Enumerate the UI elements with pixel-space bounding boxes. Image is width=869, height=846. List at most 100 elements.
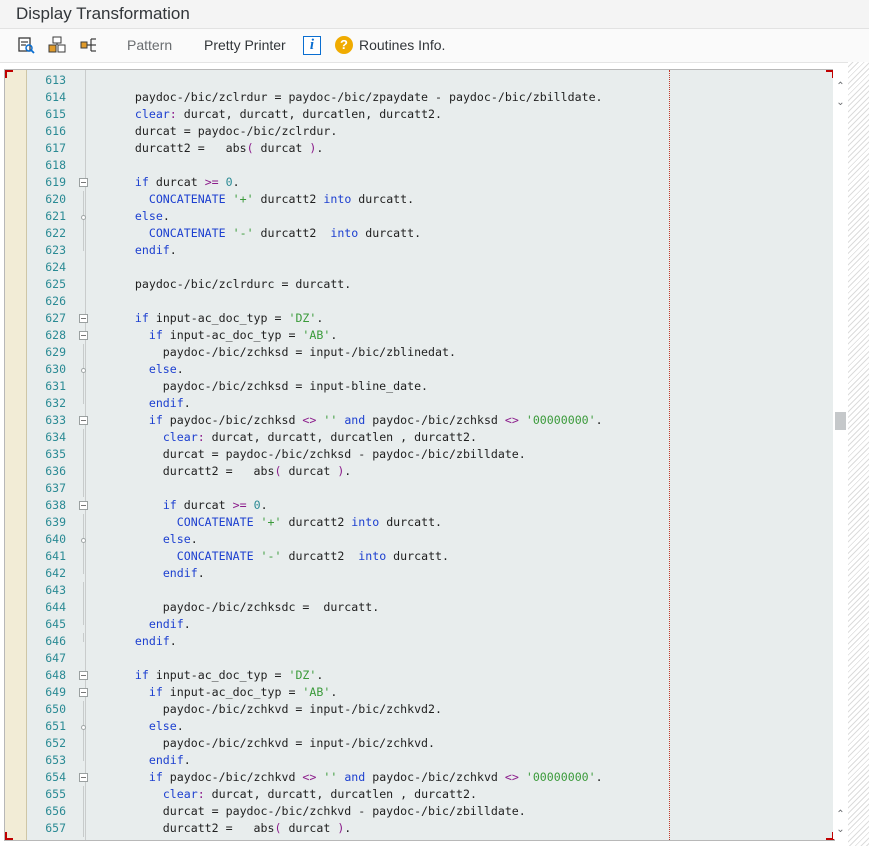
code-text: if paydoc-/bic/zchkvd <> '' and paydoc-/…: [148, 770, 603, 784]
fold-guide: [83, 820, 84, 837]
object-hierarchy-icon[interactable]: [48, 36, 66, 54]
code-line[interactable]: 632 endif.: [5, 395, 834, 412]
line-number: 631: [45, 379, 66, 393]
fold-guide: [83, 701, 84, 718]
code-line[interactable]: 616 durcat = paydoc-/bic/zclrdur.: [5, 123, 834, 140]
code-text: endif.: [134, 243, 177, 257]
code-text: durcat = paydoc-/bic/zchkvd - paydoc-/bi…: [93, 804, 526, 818]
tree-navigation-icon[interactable]: [80, 36, 98, 54]
line-number: 653: [45, 753, 66, 767]
fold-toggle-icon[interactable]: [79, 314, 88, 323]
fold-guide: [83, 582, 84, 599]
fold-toggle-icon[interactable]: [79, 178, 88, 187]
fold-guide: [83, 463, 84, 480]
code-line[interactable]: 633 if paydoc-/bic/zchksd <> '' and payd…: [5, 412, 834, 429]
line-number: 643: [45, 583, 66, 597]
code-line[interactable]: 643: [5, 582, 834, 599]
vertical-scrollbar[interactable]: ⌃ ⌄ ⌃ ⌄: [833, 69, 848, 839]
code-line[interactable]: 637: [5, 480, 834, 497]
code-line[interactable]: 623 endif.: [5, 242, 834, 259]
code-line[interactable]: 650 paydoc-/bic/zchkvd = input-/bic/zchk…: [5, 701, 834, 718]
scroll-up-bottom-icon[interactable]: ⌃: [834, 809, 847, 820]
line-number: 617: [45, 141, 66, 155]
info-icon[interactable]: i: [303, 36, 321, 55]
code-line[interactable]: 626: [5, 293, 834, 310]
code-text: if durcat >= 0.: [162, 498, 268, 512]
code-line[interactable]: 647: [5, 650, 834, 667]
code-line[interactable]: 652 paydoc-/bic/zchkvd = input-/bic/zchk…: [5, 735, 834, 752]
fold-guide: [83, 599, 84, 616]
fold-guide: [83, 429, 84, 446]
help-icon[interactable]: ?: [335, 36, 353, 54]
code-line[interactable]: 654 if paydoc-/bic/zchkvd <> '' and payd…: [5, 769, 834, 786]
code-line[interactable]: 618: [5, 157, 834, 174]
code-line[interactable]: 645 endif.: [5, 616, 834, 633]
code-line[interactable]: 620 CONCATENATE '+' durcatt2 into durcat…: [5, 191, 834, 208]
code-line[interactable]: 627 if input-ac_doc_typ = 'DZ'.: [5, 310, 834, 327]
code-line[interactable]: 655 clear: durcat, durcatt, durcatlen , …: [5, 786, 834, 803]
scroll-down-bottom-icon[interactable]: ⌄: [834, 824, 847, 835]
code-line[interactable]: 651 else.: [5, 718, 834, 735]
code-line[interactable]: 646 endif.: [5, 633, 834, 650]
code-line[interactable]: 656 durcat = paydoc-/bic/zchkvd - paydoc…: [5, 803, 834, 820]
code-text: CONCATENATE '-' durcatt2 into durcatt.: [176, 549, 450, 563]
line-number: 637: [45, 481, 66, 495]
code-line[interactable]: 614 paydoc-/bic/zclrdur = paydoc-/bic/zp…: [5, 89, 834, 106]
code-line[interactable]: 615 clear: durcat, durcatt, durcatlen, d…: [5, 106, 834, 123]
scroll-down-top-icon[interactable]: ⌄: [834, 97, 847, 108]
code-line[interactable]: 628 if input-ac_doc_typ = 'AB'.: [5, 327, 834, 344]
code-line[interactable]: 624: [5, 259, 834, 276]
code-line[interactable]: 617 durcatt2 = abs( durcat ).: [5, 140, 834, 157]
fold-guide: [83, 395, 84, 404]
code-text: endif.: [162, 566, 205, 580]
fold-toggle-icon[interactable]: [79, 688, 88, 697]
code-line[interactable]: 613: [5, 72, 834, 89]
fold-guide: [83, 514, 84, 531]
code-line[interactable]: 622 CONCATENATE '-' durcatt2 into durcat…: [5, 225, 834, 242]
code-editor[interactable]: 613 614 paydoc-/bic/zclrdur = paydoc-/bic…: [4, 69, 835, 841]
code-line[interactable]: 625 paydoc-/bic/zclrdurc = durcatt.: [5, 276, 834, 293]
code-line[interactable]: 634 clear: durcat, durcatt, durcatlen , …: [5, 429, 834, 446]
fold-guide: [83, 565, 84, 574]
line-number: 639: [45, 515, 66, 529]
scrollbar-thumb[interactable]: [835, 412, 846, 430]
toolbar: Pattern Pretty Printer i ? Routines Info…: [0, 29, 869, 63]
code-line[interactable]: 631 paydoc-/bic/zchksd = input-bline_dat…: [5, 378, 834, 395]
code-text: else.: [148, 362, 184, 376]
fold-toggle-icon[interactable]: [79, 416, 88, 425]
scroll-up-top-icon[interactable]: ⌃: [834, 81, 847, 92]
code-line[interactable]: 657 durcatt2 = abs( durcat ).: [5, 820, 834, 837]
fold-toggle-icon[interactable]: [79, 331, 88, 340]
code-line[interactable]: 641 CONCATENATE '-' durcatt2 into durcat…: [5, 548, 834, 565]
code-line[interactable]: 644 paydoc-/bic/zchksdc = durcatt.: [5, 599, 834, 616]
line-number: 649: [45, 685, 66, 699]
routines-info-button[interactable]: Routines Info.: [359, 37, 445, 53]
pattern-button[interactable]: Pattern: [127, 37, 172, 53]
background-pattern: [848, 62, 869, 846]
display-object-icon[interactable]: [17, 36, 35, 54]
pretty-printer-button[interactable]: Pretty Printer: [204, 37, 286, 53]
code-text: paydoc-/bic/zchksdc = durcatt.: [93, 600, 380, 614]
code-line[interactable]: 636 durcatt2 = abs( durcat ).: [5, 463, 834, 480]
code-line[interactable]: 649 if input-ac_doc_typ = 'AB'.: [5, 684, 834, 701]
fold-guide: [83, 786, 84, 803]
line-number: 648: [45, 668, 66, 682]
code-line[interactable]: 653 endif.: [5, 752, 834, 769]
code-line[interactable]: 635 durcat = paydoc-/bic/zchksd - paydoc…: [5, 446, 834, 463]
code-line[interactable]: 639 CONCATENATE '+' durcatt2 into durcat…: [5, 514, 834, 531]
code-line[interactable]: 619 if durcat >= 0.: [5, 174, 834, 191]
fold-toggle-icon[interactable]: [79, 671, 88, 680]
code-line[interactable]: 621 else.: [5, 208, 834, 225]
code-line[interactable]: 629 paydoc-/bic/zchksd = input-/bic/zbli…: [5, 344, 834, 361]
code-line[interactable]: 648 if input-ac_doc_typ = 'DZ'.: [5, 667, 834, 684]
code-line[interactable]: 640 else.: [5, 531, 834, 548]
code-line[interactable]: 638 if durcat >= 0.: [5, 497, 834, 514]
line-number: 622: [45, 226, 66, 240]
code-line[interactable]: 642 endif.: [5, 565, 834, 582]
code-line[interactable]: 630 else.: [5, 361, 834, 378]
fold-toggle-icon[interactable]: [79, 501, 88, 510]
title-bar: Display Transformation: [0, 0, 869, 29]
fold-guide: [83, 191, 84, 208]
line-number: 628: [45, 328, 66, 342]
fold-toggle-icon[interactable]: [79, 773, 88, 782]
